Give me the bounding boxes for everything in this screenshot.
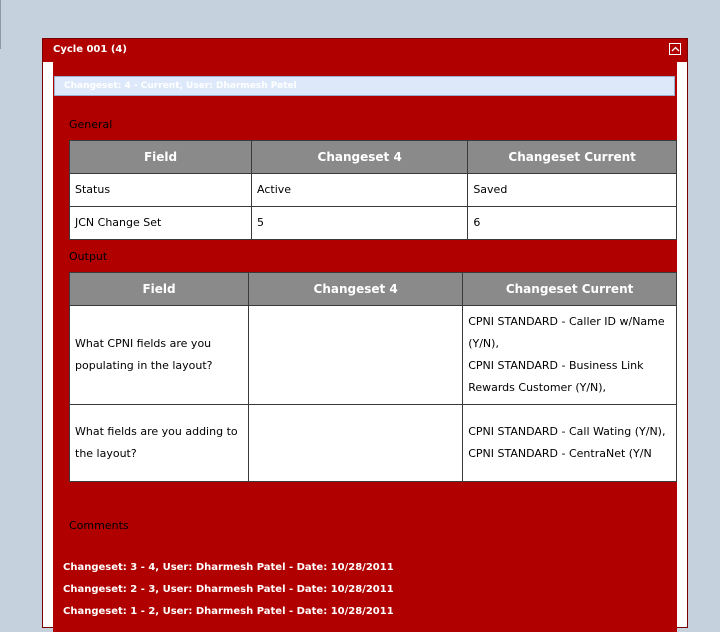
table-row: What fields are you adding to the layout… — [68, 404, 677, 482]
column-header-field: Field — [68, 272, 250, 306]
table-header-row: Field Changeset 4 Changeset Current — [68, 140, 677, 174]
column-header-changeset-4: Changeset 4 — [248, 272, 464, 306]
collapse-icon — [671, 46, 680, 52]
collapse-button[interactable] — [669, 43, 681, 55]
cell-changeset-current: CPNI STANDARD - Caller ID w/Name (Y/N), … — [462, 305, 677, 405]
cell-changeset-current: Saved — [467, 173, 677, 207]
cell-line: CPNI STANDARD - Caller ID w/Name (Y/N), — [468, 315, 665, 350]
cell-line: CPNI STANDARD - Call Wating (Y/N), — [468, 425, 666, 438]
cell-field: Status — [68, 173, 253, 207]
cell-changeset-current: CPNI STANDARD - Call Wating (Y/N), CPNI … — [462, 404, 677, 482]
cell-changeset-4: 5 — [251, 206, 469, 240]
cycle-panel: Cycle 001 (4) Changeset: 4 - Current, Us… — [42, 38, 688, 632]
panel-header: Cycle 001 (4) — [43, 39, 687, 62]
cell-field: What CPNI fields are you populating in t… — [68, 305, 250, 405]
cell-changeset-4: Active — [251, 173, 469, 207]
general-section-title: General — [69, 118, 113, 131]
cell-line: CPNI STANDARD - CentraNet (Y/N — [468, 447, 652, 460]
cell-changeset-current: 6 — [467, 206, 677, 240]
panel-title: Cycle 001 (4) — [53, 44, 127, 55]
comment-entry[interactable]: Changeset: 1 - 2, User: Dharmesh Patel -… — [63, 606, 394, 617]
table-header-row: Field Changeset 4 Changeset Current — [68, 272, 677, 306]
column-header-changeset-current: Changeset Current — [462, 272, 677, 306]
window-left-edge — [0, 0, 1, 49]
output-section-title: Output — [69, 250, 108, 263]
changeset-bar-label: Changeset: 4 - Current, User: Dharmesh P… — [64, 81, 297, 91]
cell-field: What fields are you adding to the layout… — [68, 404, 250, 482]
general-table: Field Changeset 4 Changeset Current Stat… — [68, 140, 677, 240]
comment-entry[interactable]: Changeset: 3 - 4, User: Dharmesh Patel -… — [63, 562, 394, 573]
comment-entry[interactable]: Changeset: 2 - 3, User: Dharmesh Patel -… — [63, 584, 394, 595]
column-header-changeset-4: Changeset 4 — [251, 140, 469, 174]
column-header-changeset-current: Changeset Current — [467, 140, 677, 174]
cell-changeset-4 — [248, 404, 464, 482]
column-header-field: Field — [68, 140, 253, 174]
cell-line: CPNI STANDARD - Business Link Rewards Cu… — [468, 359, 644, 394]
panel-body: Changeset: 4 - Current, User: Dharmesh P… — [53, 62, 677, 632]
table-row: JCN Change Set 5 6 — [68, 206, 677, 240]
cell-changeset-4 — [248, 305, 464, 405]
table-row: What CPNI fields are you populating in t… — [68, 305, 677, 405]
cell-field: JCN Change Set — [68, 206, 253, 240]
comments-section-title: Comments — [69, 519, 129, 532]
table-row: Status Active Saved — [68, 173, 677, 207]
output-table: Field Changeset 4 Changeset Current What… — [68, 272, 677, 482]
changeset-selector-bar[interactable]: Changeset: 4 - Current, User: Dharmesh P… — [54, 76, 675, 96]
